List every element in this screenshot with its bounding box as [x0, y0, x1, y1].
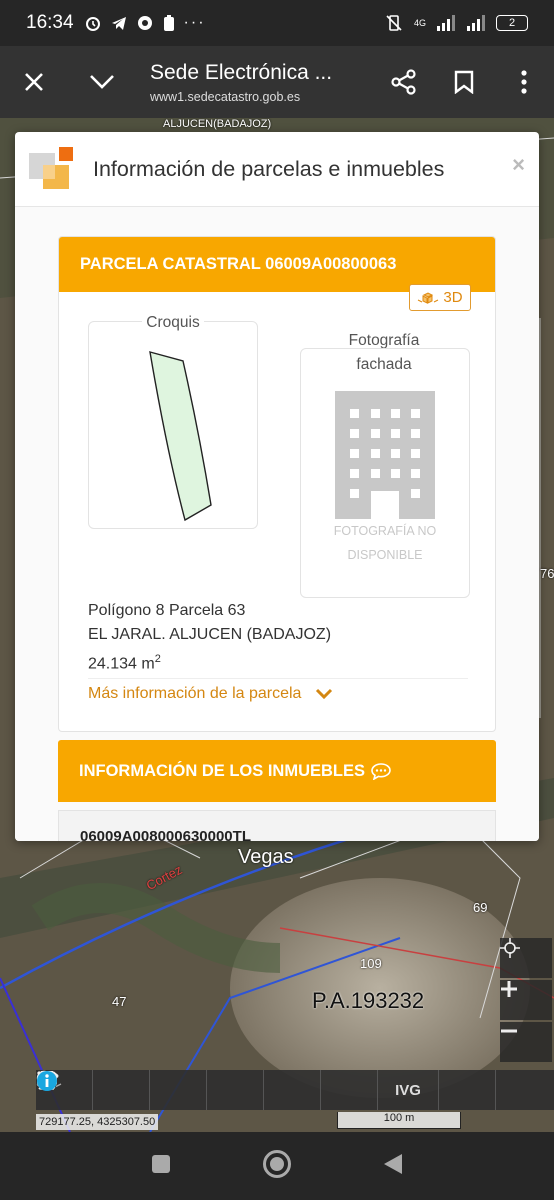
comment-icon	[371, 763, 391, 780]
plus-icon	[501, 981, 517, 997]
page-url: www1.sedecatastro.gob.es	[150, 89, 301, 104]
map-label-47: 47	[112, 994, 127, 1009]
modal-header: Información de parcelas e inmuebles ×	[15, 132, 539, 207]
inmuebles-panel: INFORMACIÓN DE LOS INMUEBLES	[58, 740, 496, 802]
modal-title: Información de parcelas e inmuebles	[93, 156, 445, 181]
map-label-vegas: Vegas	[238, 846, 294, 868]
minimize-button[interactable]	[72, 52, 132, 112]
more-parcel-info-link[interactable]: Más información de la parcela	[88, 685, 333, 703]
3d-cubes-icon	[418, 291, 439, 304]
locate-button[interactable]	[500, 938, 552, 978]
parcel-polygon: Polígono 8 Parcela 63	[88, 602, 246, 619]
recents-button[interactable]	[150, 1153, 172, 1180]
crosshair-icon	[500, 938, 520, 958]
map-coordinates: 729177.25, 4325307.50	[36, 1114, 159, 1130]
map-label-69: 69	[473, 900, 488, 915]
map-place-label: ALJUCEN(BADAJOZ)	[163, 118, 272, 130]
map-label-edge-number: 76	[540, 566, 554, 581]
zoom-out-button[interactable]	[500, 1022, 552, 1062]
more-vertical-icon	[521, 70, 527, 94]
battery-saver-icon	[163, 15, 174, 31]
map-scale-bar: 100 m	[337, 1112, 461, 1129]
parcel-info-modal: Información de parcelas e inmuebles × PA…	[15, 132, 539, 841]
close-tab-button[interactable]	[4, 52, 64, 112]
facade-photo-box: FOTOGRAFÍA NO DISPONIBLE	[300, 348, 470, 598]
print-button[interactable]	[37, 1070, 321, 1110]
battery-icon: 2	[496, 15, 528, 31]
parcel-location: EL JARAL. ALJUCEN (BADAJOZ)	[88, 626, 332, 643]
inmueble-row[interactable]: 06009A008000630000TL	[58, 810, 496, 841]
minus-icon	[501, 1029, 517, 1033]
parcel-panel: PARCELA CATASTRAL 06009A00800063 3D Croq…	[58, 236, 496, 732]
back-icon	[384, 1153, 402, 1174]
recents-icon	[152, 1154, 170, 1173]
bookmark-button[interactable]	[434, 52, 494, 112]
map-search-button[interactable]	[36, 1070, 150, 1110]
chevron-down-icon	[316, 688, 333, 700]
vibrate-off-icon	[386, 15, 402, 31]
map-label-109: 109	[360, 956, 382, 971]
ivg-label: IVG	[395, 1081, 421, 1099]
modal-close-button[interactable]: ×	[512, 152, 525, 178]
3d-view-button[interactable]	[36, 1070, 496, 1110]
more-notifications-icon: ···	[183, 14, 206, 31]
info-icon	[37, 1071, 57, 1091]
layers-button[interactable]	[37, 1070, 207, 1110]
clock: 16:34	[26, 12, 74, 33]
modal-body[interactable]: PARCELA CATASTRAL 06009A00800063 3D Croq…	[15, 207, 539, 841]
telegram-icon	[111, 17, 126, 30]
share-button[interactable]	[374, 52, 434, 112]
home-button[interactable]	[262, 1149, 292, 1184]
building-placeholder-icon	[335, 391, 435, 519]
croquis-box[interactable]: Croquis	[88, 314, 258, 529]
view-3d-button[interactable]: 3D	[409, 284, 471, 311]
browser-toolbar: Sede Electrónica ... www1.sedecatastro.g…	[0, 46, 554, 118]
settings-badge-icon	[137, 16, 152, 30]
parcel-details: Polígono 8 Parcela 63 EL JARAL. ALJUCEN …	[88, 599, 468, 680]
alarm-icon	[85, 17, 100, 31]
catastro-logo-icon	[29, 147, 73, 189]
more-parcel-info-label: Más información de la parcela	[88, 685, 302, 702]
overflow-menu-button[interactable]	[494, 52, 554, 112]
network-type: 4G	[413, 18, 426, 28]
status-bar: 16:34 ··· 4G 2	[0, 0, 554, 46]
system-nav-bar	[0, 1132, 554, 1200]
measure-button[interactable]	[37, 1070, 264, 1110]
close-icon	[25, 73, 43, 91]
map-label-pa: P.A.193232	[312, 988, 425, 1013]
parcel-area: 24.134 m2	[88, 653, 161, 673]
chevron-down-icon	[90, 75, 114, 89]
parking-button[interactable]: P	[38, 1070, 378, 1110]
photo-unavailable-text: FOTOGRAFÍA NO DISPONIBLE	[333, 524, 437, 562]
home-icon	[263, 1149, 291, 1178]
view-3d-label: 3D	[443, 289, 463, 306]
back-button[interactable]	[382, 1152, 404, 1181]
map-toolbar: P IVG	[36, 1070, 554, 1110]
zoom-in-button[interactable]	[500, 980, 552, 1020]
signal-2-icon	[467, 15, 485, 31]
bookmark-icon	[454, 70, 474, 94]
ivg-button[interactable]: IVG	[378, 1070, 439, 1110]
catastro-logo	[27, 145, 75, 193]
signal-icon	[437, 15, 455, 31]
inmuebles-header: INFORMACIÓN DE LOS INMUEBLES	[58, 740, 496, 802]
share-icon	[391, 69, 416, 95]
info-button[interactable]	[37, 1070, 552, 1110]
parcel-sketch	[149, 351, 212, 522]
page-title: Sede Electrónica ...	[150, 60, 333, 84]
page-title-area[interactable]: Sede Electrónica ... www1.sedecatastro.g…	[150, 61, 374, 104]
